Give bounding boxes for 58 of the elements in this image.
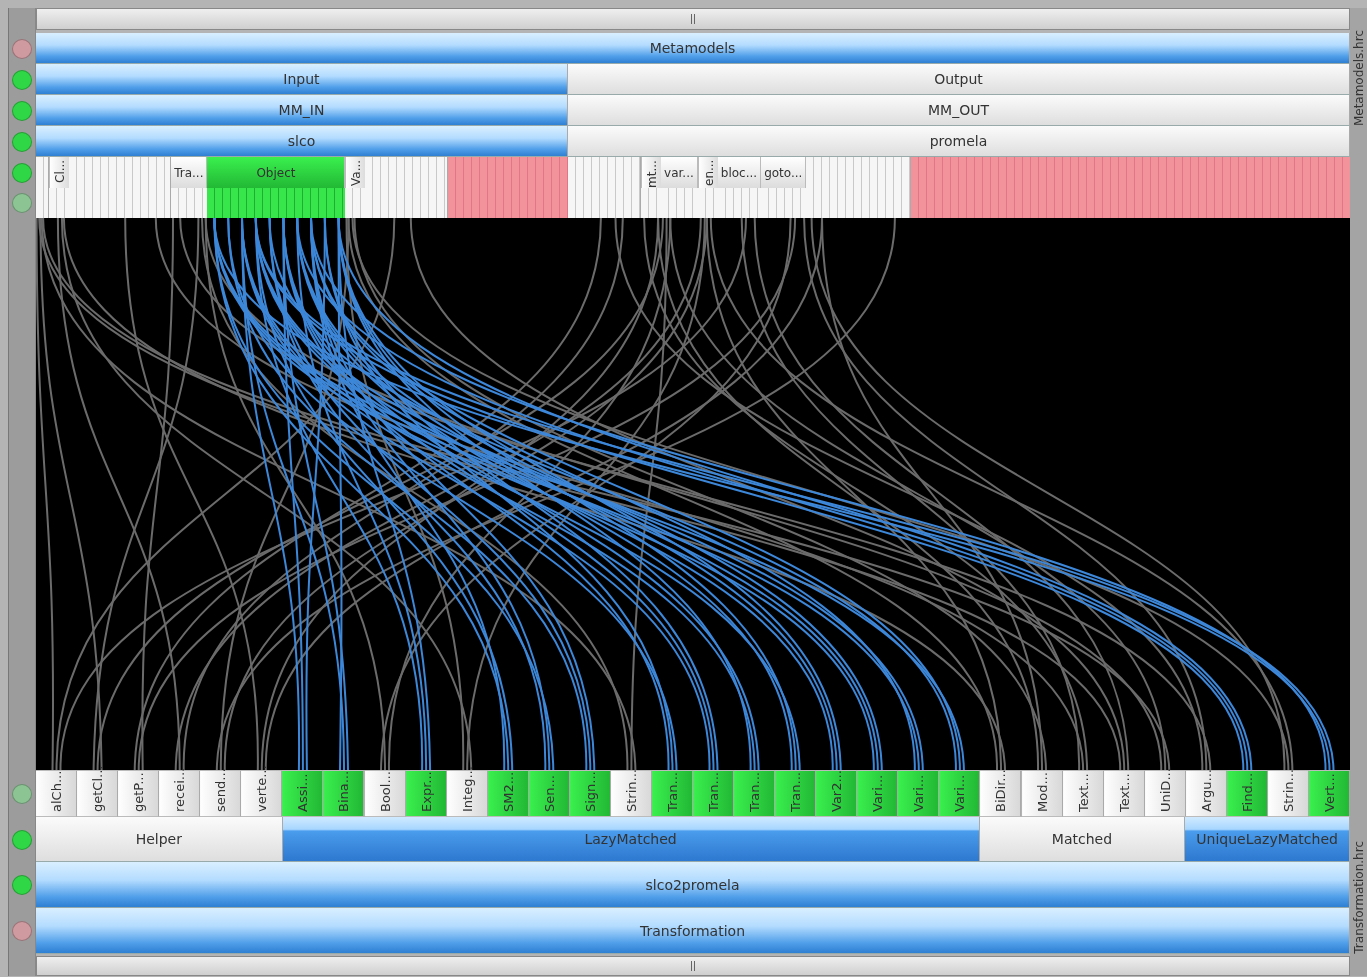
rule-kind-bar[interactable]: Matched xyxy=(979,817,1186,862)
element-cell[interactable]: Argu... xyxy=(1185,770,1227,817)
element-cell[interactable]: Vari... xyxy=(857,770,899,817)
element-cell[interactable]: send... xyxy=(200,770,242,817)
element-cell[interactable]: Find... xyxy=(1226,770,1268,817)
grip-icon[interactable] xyxy=(690,14,696,24)
element-cell[interactable]: getP... xyxy=(118,770,160,817)
element-cell[interactable]: Var2... xyxy=(816,770,858,817)
header-bar[interactable]: Metamodels xyxy=(36,33,1350,64)
type-cell[interactable]: goto... xyxy=(761,157,807,188)
rule-kind-bar[interactable]: LazyMatched xyxy=(282,817,980,862)
grip-icon[interactable] xyxy=(690,961,696,971)
type-cell[interactable]: Va... xyxy=(345,157,366,188)
type-cell[interactable]: Object xyxy=(207,157,346,188)
element-cell[interactable]: Tran... xyxy=(734,770,776,817)
rule-kind-bar[interactable]: Helper xyxy=(36,817,283,862)
type-cell[interactable]: bloc... xyxy=(717,157,762,188)
element-cell[interactable]: Sign... xyxy=(569,770,611,817)
element-cell[interactable]: Vert... xyxy=(1308,770,1350,817)
transformation-bar[interactable]: slco2promela xyxy=(36,862,1350,908)
model-bar[interactable]: MM_OUT xyxy=(568,95,1350,126)
element-cell[interactable]: Text... xyxy=(1103,770,1145,817)
type-cell[interactable]: mt... xyxy=(641,157,662,188)
element-cell[interactable]: Assi... xyxy=(282,770,324,817)
element-cell[interactable]: UniD... xyxy=(1144,770,1186,817)
element-cell[interactable]: Bina... xyxy=(323,770,365,817)
transformation-bar[interactable]: Transformation xyxy=(36,908,1350,954)
type-cell[interactable]: Cl... xyxy=(48,157,69,188)
element-cell[interactable]: recei... xyxy=(159,770,201,817)
element-cell[interactable]: Expr... xyxy=(405,770,447,817)
type-cell[interactable]: en... xyxy=(697,157,718,188)
element-cell[interactable]: Tran... xyxy=(775,770,817,817)
element-cell[interactable]: alCh... xyxy=(36,770,78,817)
scrollbar[interactable] xyxy=(36,956,1350,976)
element-cell[interactable]: Sen... xyxy=(528,770,570,817)
type-cell[interactable]: var... xyxy=(661,157,698,188)
element-cell[interactable]: Tran... xyxy=(693,770,735,817)
element-cell[interactable]: Vari... xyxy=(898,770,940,817)
element-cell[interactable]: Text... xyxy=(1062,770,1104,817)
scrollbar[interactable] xyxy=(36,8,1350,30)
element-cell[interactable]: Strin... xyxy=(610,770,652,817)
model-bar[interactable]: slco xyxy=(36,126,568,157)
type-stripes xyxy=(36,157,49,218)
model-bar[interactable]: Output xyxy=(568,64,1350,95)
element-cell[interactable]: Tran... xyxy=(651,770,693,817)
element-cell[interactable]: Strin... xyxy=(1267,770,1309,817)
element-cell[interactable]: BiDir... xyxy=(980,770,1022,817)
rule-kind-bar[interactable]: UniqueLazyMatched xyxy=(1185,817,1350,862)
model-bar[interactable]: MM_IN xyxy=(36,95,568,126)
side-label: Metamodels.hrc xyxy=(1351,29,1366,126)
element-cell[interactable]: Bool... xyxy=(364,770,406,817)
model-bar[interactable]: Input xyxy=(36,64,568,95)
element-cell[interactable]: Mod... xyxy=(1021,770,1063,817)
side-label: Transformation.hrc xyxy=(1351,841,1366,954)
element-cell[interactable]: Vari... xyxy=(939,770,981,817)
element-cell[interactable]: SM2... xyxy=(487,770,529,817)
type-cell[interactable]: Tra... xyxy=(171,157,208,188)
model-bar[interactable]: promela xyxy=(568,126,1350,157)
